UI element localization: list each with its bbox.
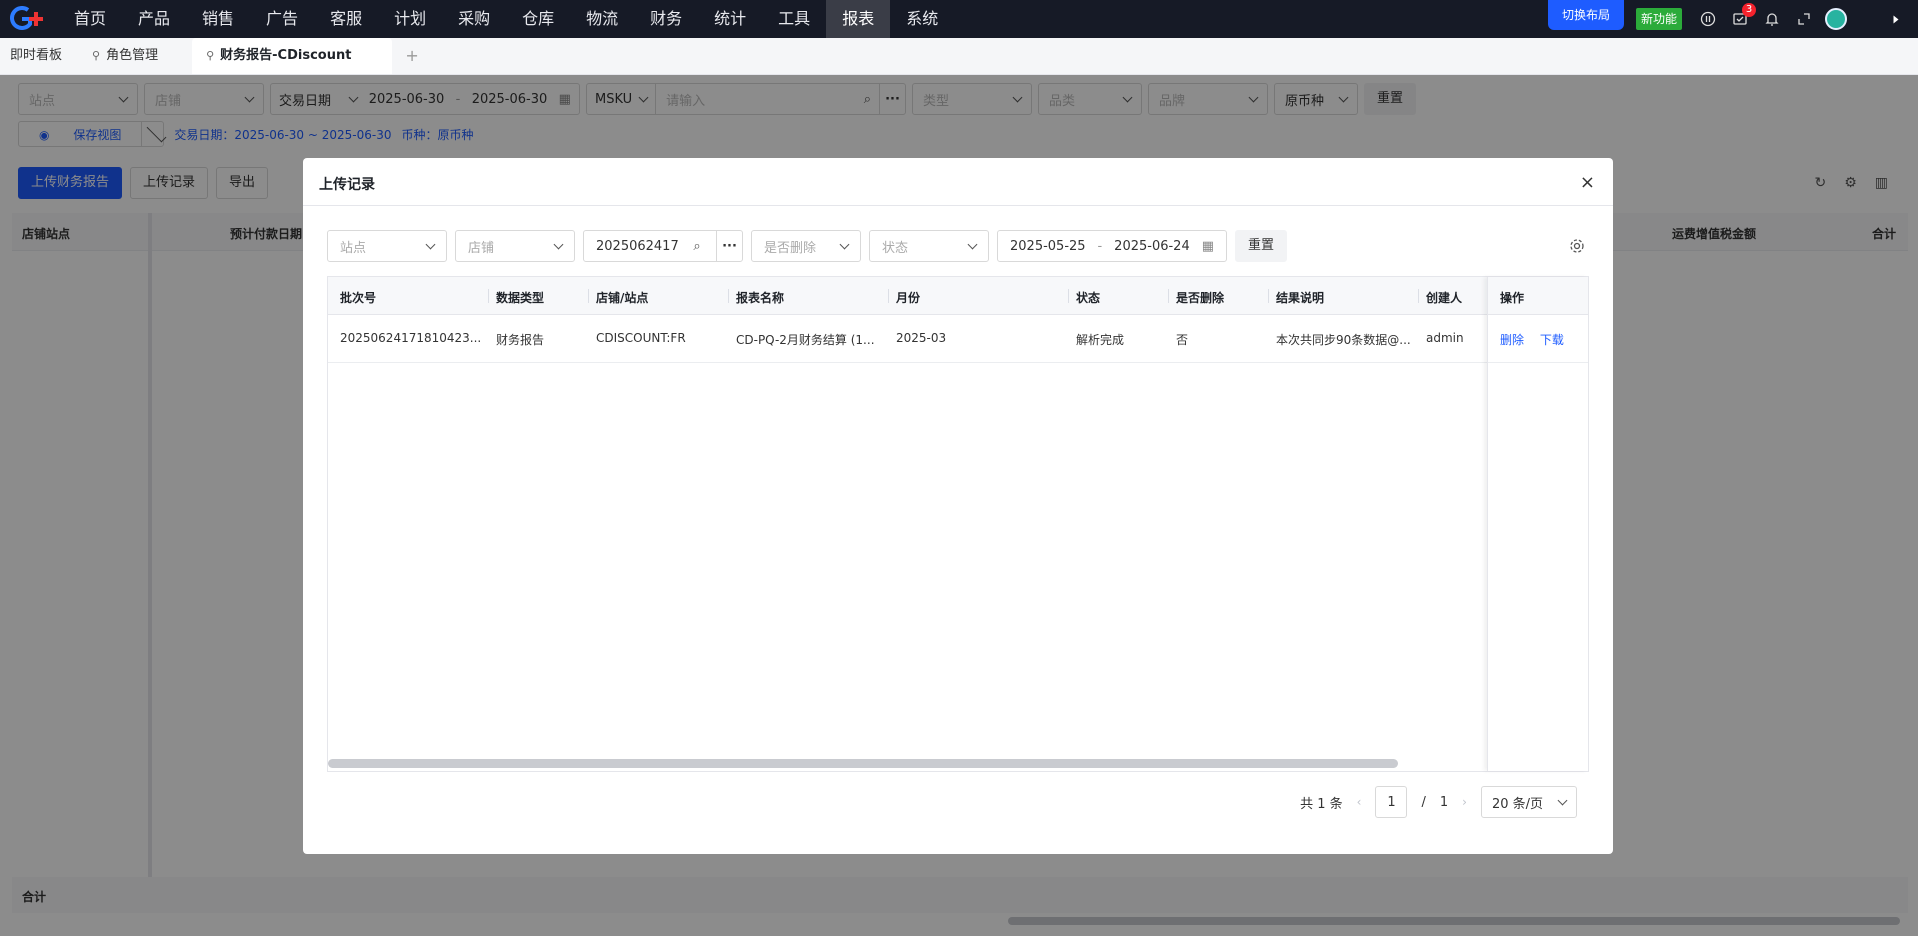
chevron-down-icon [553,239,564,249]
status-cell: 解析完成 [1076,333,1125,347]
column-header: 数据类型 [496,291,545,305]
batch-cell: 20250624171810423... [340,331,482,345]
modal-title: 上传记录 [319,177,375,193]
result-cell: 本次共同步90条数据@... [1276,333,1411,347]
delete-link[interactable]: 删除 [1500,333,1524,347]
new-feature-badge[interactable]: 新功能 [1635,8,1682,30]
table-header: 批次号 数据类型 店铺/站点 报表名称 月份 状态 是否删除 结果说明 创建人 [328,277,1588,315]
nav-item[interactable]: 系统 [890,0,954,38]
tab-finance-report[interactable]: ⚲ 财务报告-CDiscount [192,38,393,74]
calendar-icon: ▦ [1201,238,1214,254]
tab-label: 财务报告-CDiscount [220,48,352,63]
batch-input[interactable]: 2025062417 [596,239,678,254]
nav-item[interactable]: 仓库 [506,0,570,38]
top-navbar: 首页 产品 销售 广告 客服 计划 采购 仓库 物流 财务 统计 工具 报表 系统 切换布局 新功能 3 [0,0,1918,38]
nav-item[interactable]: 首页 [58,0,122,38]
column-header: 批次号 [340,291,377,305]
select-label: 站点 [340,240,367,256]
report-name-cell: CD-PQ-2月财务结算 (1... [736,333,875,347]
nav-item[interactable]: 产品 [122,0,186,38]
fullscreen-icon[interactable] [1788,0,1820,38]
column-header: 报表名称 [736,291,785,305]
select-label: 状态 [882,240,909,256]
gear-icon[interactable] [1569,238,1585,258]
prev-page-button[interactable]: ‹ [1357,795,1362,809]
creator-cell: admin [1426,331,1464,345]
select-label: 店铺 [468,240,495,256]
column-header: 是否删除 [1176,291,1225,305]
site-select[interactable]: 站点 [327,230,447,262]
chevron-down-icon [967,239,978,249]
nav-item[interactable]: 统计 [698,0,762,38]
date-start[interactable]: 2025-05-25 [1010,239,1086,254]
deleted-cell: 否 [1176,333,1189,347]
nav-item[interactable]: 物流 [570,0,634,38]
horizontal-scrollbar[interactable] [328,759,1398,768]
total-count: 共 1 条 [1300,796,1343,812]
date-range-picker[interactable]: 2025-05-25 - 2025-06-24 ▦ [997,230,1227,262]
chevron-down-icon [1557,795,1568,805]
pause-icon[interactable] [1692,0,1724,38]
pagination: 共 1 条 ‹ 1 / 1 › 20 条/页 [1300,786,1577,818]
switch-layout-button[interactable]: 切换布局 [1547,0,1624,30]
page-slash: / [1421,794,1426,810]
message-count-badge: 3 [1742,3,1756,17]
more-icon[interactable]: ··· [716,231,742,261]
chevron-down-icon [839,239,850,249]
nav-item[interactable]: 计划 [378,0,442,38]
column-header: 店铺/站点 [596,291,649,305]
avatar[interactable] [1820,0,1852,38]
nav-item[interactable]: 工具 [762,0,826,38]
data-type-cell: 财务报告 [496,333,545,347]
upload-records-modal: 上传记录 × 站点 店铺 2025062417 ⌕ ··· 是否删除 状态 20… [303,158,1613,854]
batch-search[interactable]: 2025062417 ⌕ ··· [583,230,743,262]
pin-icon[interactable]: ⚲ [92,38,100,74]
pin-icon[interactable]: ⚲ [206,38,214,74]
bell-icon[interactable] [1756,0,1788,38]
close-icon[interactable]: × [1580,172,1595,193]
tab-label: 角色管理 [106,48,159,63]
page-size-select[interactable]: 20 条/页 [1480,786,1577,818]
column-header: 月份 [896,291,921,305]
month-cell: 2025-03 [896,331,947,345]
date-separator: - [1097,238,1103,254]
total-pages: 1 [1439,794,1449,810]
modal-filter-bar: 站点 店铺 2025062417 ⌕ ··· 是否删除 状态 2025-05-2… [327,230,1288,262]
reset-button[interactable]: 重置 [1235,230,1288,262]
table-row[interactable]: 20250624171810423... 财务报告 CDISCOUNT:FR C… [328,315,1588,363]
nav-item[interactable]: 广告 [250,0,314,38]
operation-column: 操作 删除 下载 [1487,277,1588,771]
tab-bar: 即时看板 ⚲ 角色管理 ⚲ 财务报告-CDiscount + [0,38,1918,75]
select-label: 20 条/页 [1491,796,1543,812]
add-tab-button[interactable]: + [392,38,432,74]
divider [303,205,1613,206]
tab-role-management[interactable]: ⚲ 角色管理 [72,38,168,74]
search-icon[interactable]: ⌕ [693,239,700,254]
nav-item[interactable]: 采购 [442,0,506,38]
deleted-select[interactable]: 是否删除 [751,230,861,262]
nav-item[interactable]: 报表 [826,0,891,38]
upload-records-table: 批次号 数据类型 店铺/站点 报表名称 月份 状态 是否删除 结果说明 创建人 … [327,276,1589,772]
download-link[interactable]: 下载 [1540,333,1564,347]
column-header: 状态 [1076,291,1101,305]
column-header: 操作 [1488,277,1588,315]
status-select[interactable]: 状态 [869,230,989,262]
current-page-input[interactable]: 1 [1375,786,1408,818]
nav-item[interactable]: 销售 [186,0,250,38]
column-header: 结果说明 [1276,291,1325,305]
shop-select[interactable]: 店铺 [455,230,575,262]
caret-icon[interactable] [1893,15,1899,23]
nav-item[interactable]: 客服 [314,0,378,38]
nav-item[interactable]: 财务 [634,0,698,38]
select-label: 是否删除 [764,240,817,256]
chevron-down-icon [425,239,436,249]
tab-dashboard[interactable]: 即时看板 [0,38,72,74]
next-page-button[interactable]: › [1462,795,1467,809]
tab-label: 即时看板 [10,48,63,63]
logo[interactable] [0,0,58,38]
date-end[interactable]: 2025-06-24 [1114,239,1190,254]
shop-site-cell: CDISCOUNT:FR [596,331,686,345]
column-header: 创建人 [1426,291,1463,305]
message-icon[interactable]: 3 [1724,0,1756,38]
